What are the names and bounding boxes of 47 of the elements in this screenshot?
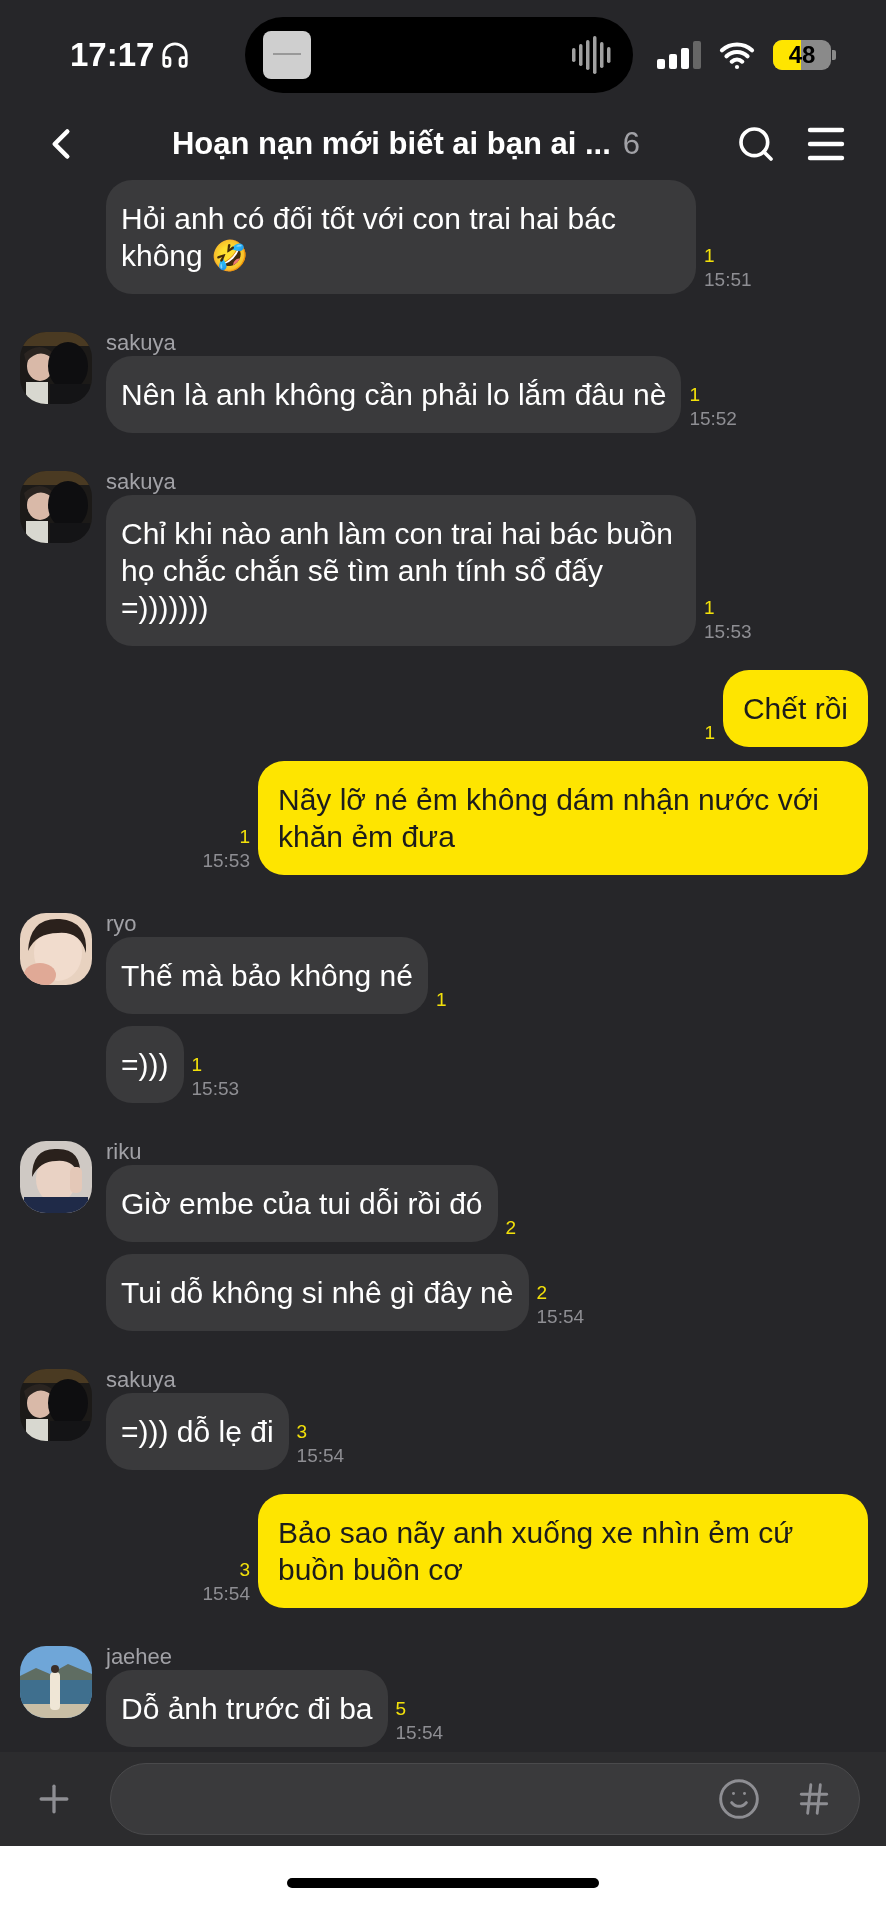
unread-count: 1 <box>689 383 700 407</box>
message-bubble: Nãy lỡ né ẻm không dám nhận nước với khăn ẻm đưa <box>258 761 868 875</box>
search-button[interactable] <box>736 124 776 164</box>
message-time: 15:54 <box>296 1444 345 1468</box>
message-bubble: Chỉ khi nào anh làm con trai hai bác buồn họ chắc chắn sẽ tìm anh tính sổ đấy =))))))) <box>106 495 696 646</box>
headphones-icon <box>160 40 191 70</box>
message-bubble: Nên là anh không cần phải lo lắm đâu nè <box>106 356 682 433</box>
album-art-icon <box>263 31 311 79</box>
message-time: 15:51 <box>704 268 752 292</box>
unread-count: 3 <box>296 1420 308 1444</box>
message-bubble: Chết rồi <box>722 670 868 747</box>
member-count: 6 <box>622 124 641 163</box>
message-bubble: =))) dỗ lẹ đi <box>106 1393 289 1470</box>
sender-name: sakuya <box>106 1369 177 1391</box>
message-bubble: Giờ embe của tui dỗi rồi đó <box>106 1165 498 1242</box>
message-time: 15:53 <box>202 849 250 873</box>
message-bubble: Dỗ ảnh trước đi ba <box>106 1670 388 1747</box>
message-bubble: Hỏi anh có đối tốt với con trai hai bác không 🤣 <box>106 180 696 294</box>
message-bubble: Thế mà bảo không né <box>106 937 428 1014</box>
message-time: 15:53 <box>191 1077 240 1101</box>
unread-count: 1 <box>704 721 715 745</box>
unread-count: 1 <box>435 988 447 1012</box>
sender-name: sakuya <box>106 332 177 354</box>
signal-icon <box>657 41 701 69</box>
chat-title: Hoạn nạn mới biết ai bạn ai ... <box>171 124 611 163</box>
sender-name: jaehee <box>106 1646 174 1668</box>
message-time: 15:54 <box>202 1582 250 1606</box>
sender-name: sakuya <box>106 471 177 493</box>
sender-name: ryo <box>106 913 138 935</box>
message-time: 15:54 <box>395 1721 444 1745</box>
message-bubble: =))) <box>106 1026 184 1103</box>
emoji-button[interactable] <box>717 1777 761 1821</box>
unread-count: 5 <box>395 1697 407 1721</box>
unread-count: 1 <box>704 244 715 268</box>
message-time: 15:54 <box>536 1305 585 1329</box>
message-time: 15:53 <box>704 620 752 644</box>
message-time: 15:52 <box>689 407 737 431</box>
sender-name: riku <box>106 1141 143 1163</box>
unread-count: 1 <box>191 1053 203 1077</box>
unread-count: 2 <box>536 1281 548 1305</box>
unread-count: 1 <box>704 596 715 620</box>
unread-count: 2 <box>505 1216 517 1240</box>
message-bubble: Tui dỗ không si nhê gì đây nè <box>106 1254 529 1331</box>
unread-count: 3 <box>239 1558 250 1582</box>
unread-count: 1 <box>239 825 250 849</box>
message-bubble: Bảo sao nãy anh xuống xe nhìn ẻm cứ buồn buồn cơ <box>258 1494 868 1608</box>
clock-time: 17:17 <box>70 35 155 76</box>
